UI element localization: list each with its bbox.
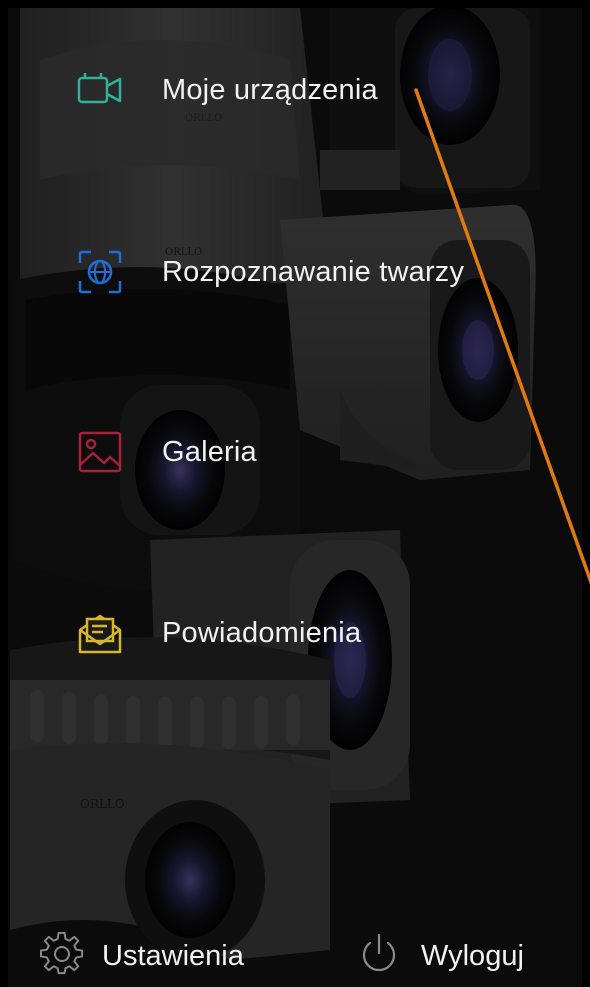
video-camera-icon [76, 68, 132, 112]
menu-item-label: Powiadomienia [162, 616, 362, 649]
face-recognition-icon [76, 250, 132, 294]
menu-item-label: Rozpoznawanie twarzy [162, 255, 465, 288]
menu-item-label: Moje urządzenia [162, 73, 378, 106]
screen-frame-right [582, 0, 590, 987]
menu-item-gallery[interactable]: Galeria [76, 422, 257, 482]
envelope-icon [76, 611, 132, 655]
menu-item-label: Galeria [162, 435, 257, 468]
screen-frame-left [0, 0, 8, 987]
menu-item-notifications[interactable]: Powiadomienia [76, 603, 361, 663]
logout-label: Wyloguj [421, 939, 524, 972]
screen-frame-top [0, 0, 590, 8]
gallery-image-icon [76, 430, 132, 474]
menu-item-face-recognition[interactable]: Rozpoznawanie twarzy [76, 242, 464, 302]
settings-label: Ustawienia [102, 939, 244, 972]
gear-icon [40, 931, 84, 981]
logout-button[interactable]: Wyloguj [355, 928, 524, 984]
power-icon [355, 931, 403, 982]
settings-button[interactable]: Ustawienia [40, 928, 244, 984]
menu-item-my-devices[interactable]: Moje urządzenia [76, 60, 378, 120]
side-menu-screen: ORLLO ORLLO ORLLO Moje urządzenia Rozpoz… [0, 0, 590, 987]
background-cameras-image: ORLLO ORLLO ORLLO [0, 0, 590, 987]
